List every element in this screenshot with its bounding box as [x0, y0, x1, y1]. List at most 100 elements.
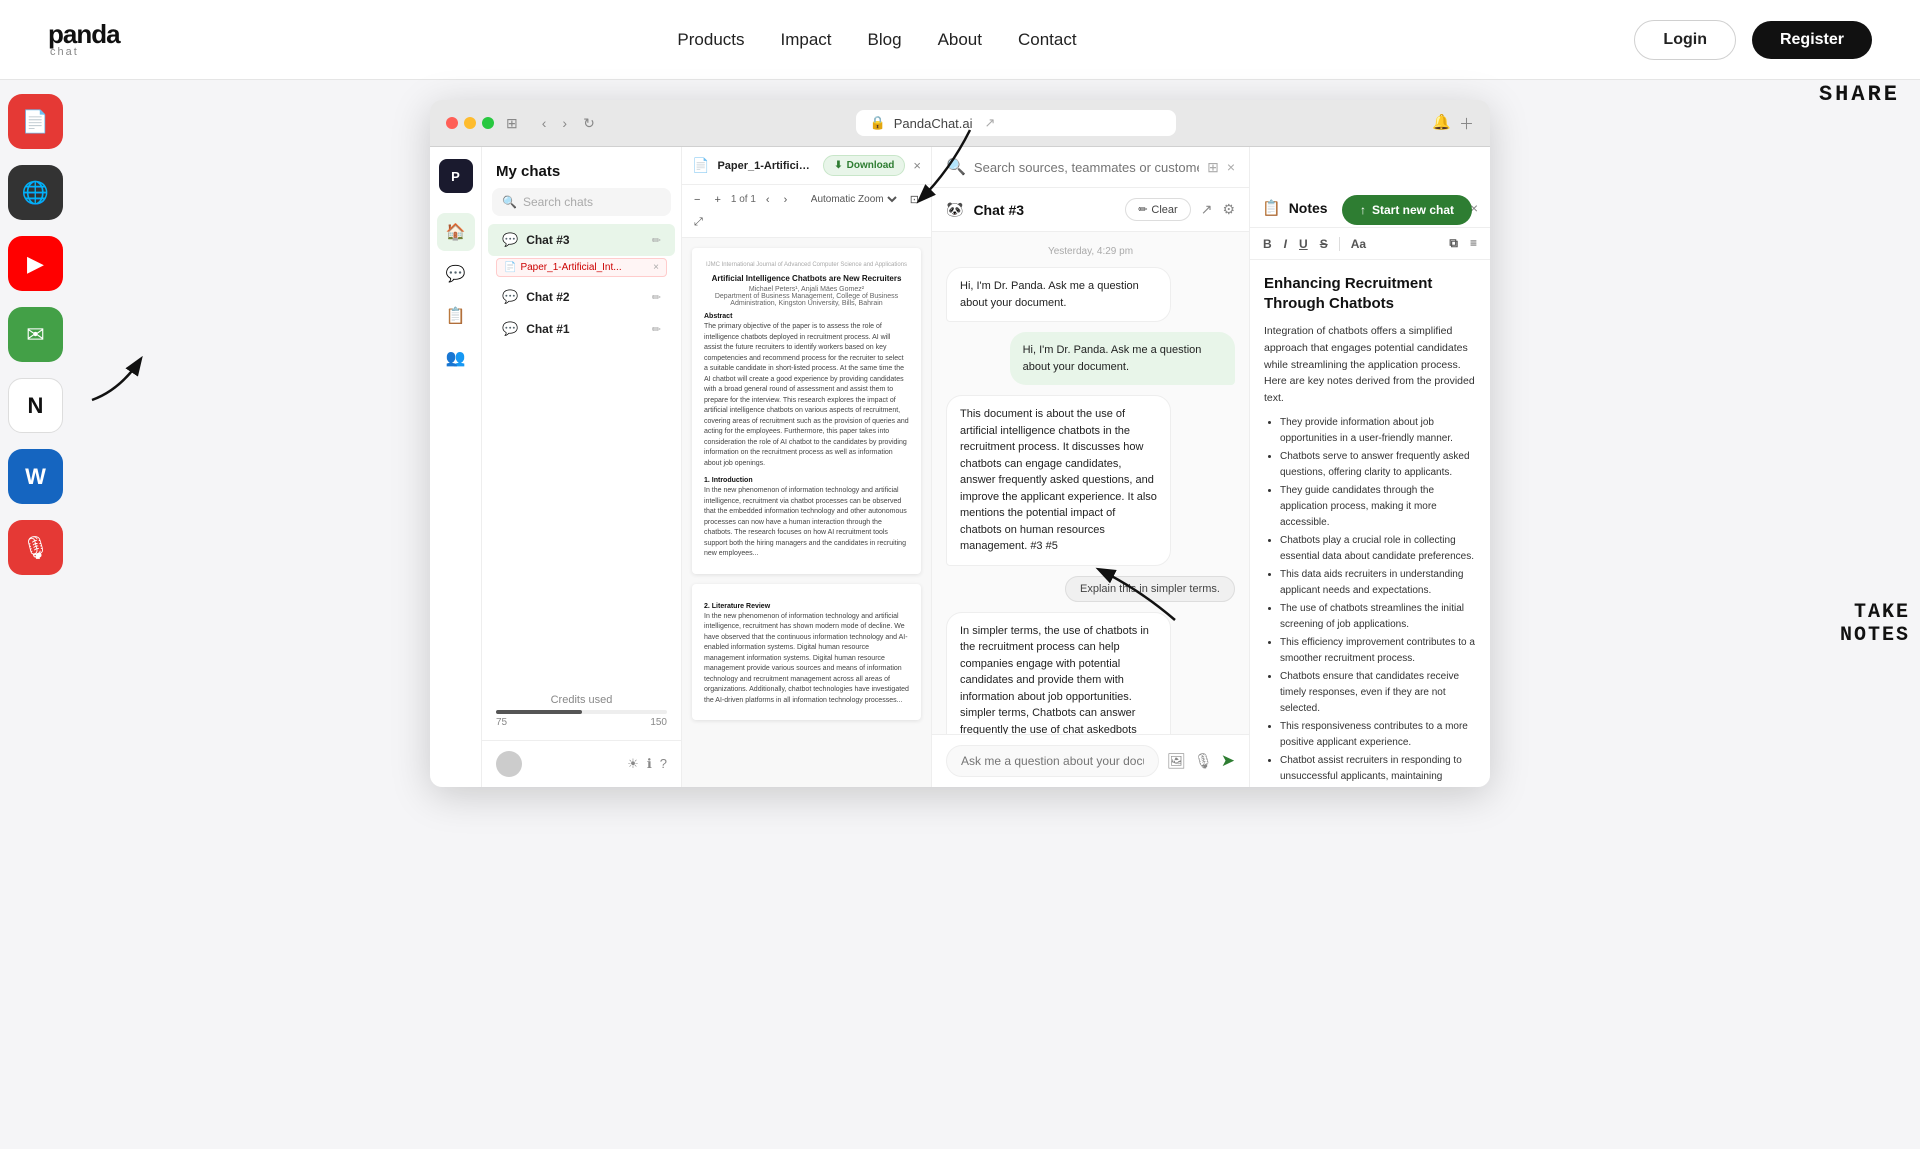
- fit-width-button[interactable]: ⊡: [906, 191, 923, 208]
- login-button[interactable]: Login: [1634, 20, 1736, 60]
- pdf-chip-close[interactable]: ×: [653, 262, 659, 273]
- eraser-icon: ✏: [1138, 203, 1147, 216]
- app-logo-icon[interactable]: P: [439, 159, 473, 193]
- chat-edit-1[interactable]: ✏: [652, 323, 661, 336]
- prev-page-button[interactable]: ‹: [762, 192, 774, 208]
- copy-button[interactable]: ⧉: [1446, 234, 1461, 253]
- chat-edit-2[interactable]: ✏: [652, 291, 661, 304]
- logo-text: panda: [48, 21, 120, 47]
- start-new-chat-label: Start new chat: [1372, 203, 1454, 217]
- close-dot[interactable]: [446, 117, 458, 129]
- zoom-select[interactable]: Automatic Zoom: [807, 193, 900, 206]
- pdf-toolbar: − + 1 of 1 ‹ › Automatic Zoom ⊡ ⤢: [682, 185, 931, 238]
- download-button[interactable]: ⬇ Download: [823, 155, 905, 176]
- notes-panel: ↑ Start new chat 📋 Notes ＋ New Note × B: [1250, 147, 1490, 787]
- sidebar-history-icon[interactable]: 📋: [437, 297, 475, 335]
- source-search-input[interactable]: [974, 160, 1199, 175]
- zoom-in-button[interactable]: +: [710, 192, 724, 208]
- footer-icons: ☀ ℹ ?: [627, 756, 667, 772]
- pdf-content: IJMC International Journal of Advanced C…: [682, 238, 931, 787]
- avatar[interactable]: [496, 751, 522, 777]
- plus-button[interactable]: ＋: [1459, 113, 1474, 134]
- clear-button[interactable]: ✏ Clear: [1125, 198, 1191, 221]
- search-placeholder: Search chats: [523, 195, 593, 209]
- register-button[interactable]: Register: [1752, 21, 1872, 59]
- nav-products[interactable]: Products: [677, 30, 744, 50]
- font-size-button[interactable]: Aa: [1348, 235, 1369, 253]
- youtube-app-icon[interactable]: ▶: [8, 236, 63, 291]
- explain-simpler-button[interactable]: Explain this in simpler terms.: [1065, 576, 1235, 602]
- back-button[interactable]: ‹: [538, 113, 551, 134]
- word-app-icon[interactable]: W: [8, 449, 63, 504]
- sidebar-home-icon[interactable]: 🏠: [437, 213, 475, 251]
- address-bar[interactable]: 🔒 PandaChat.ai ↗: [856, 110, 1176, 136]
- sun-icon[interactable]: ☀: [627, 756, 639, 772]
- next-page-button[interactable]: ›: [780, 192, 792, 208]
- nav-blog[interactable]: Blog: [868, 30, 902, 50]
- strikethrough-button[interactable]: S: [1317, 235, 1331, 253]
- help-icon[interactable]: ?: [660, 756, 667, 772]
- list-item: They guide candidates through the applic…: [1280, 483, 1476, 531]
- info-icon[interactable]: ℹ: [647, 756, 652, 772]
- clear-search-icon[interactable]: ×: [1227, 159, 1235, 175]
- mail-app-icon[interactable]: ✉: [8, 307, 63, 362]
- chat-search-input[interactable]: 🔍 Search chats: [492, 188, 671, 216]
- pdf-title: Paper_1-Artificial_In...: [717, 160, 815, 172]
- navbar: panda chat Products Impact Blog About Co…: [0, 0, 1920, 80]
- pdf-main-heading: Artificial Intelligence Chatbots are New…: [704, 274, 909, 283]
- chat-item-2[interactable]: 💬 Chat #2 ✏: [488, 281, 675, 313]
- pdf-page-2: 2. Literature Review In the new phenomen…: [692, 584, 921, 721]
- notion-app-icon[interactable]: N: [8, 378, 63, 433]
- chat-item-1[interactable]: 💬 Chat #1 ✏: [488, 313, 675, 345]
- list-item: They provide information about job oppor…: [1280, 415, 1476, 447]
- list-item: Chatbots play a crucial role in collecti…: [1280, 533, 1476, 565]
- nav-links: Products Impact Blog About Contact: [677, 30, 1076, 50]
- pdf-close-button[interactable]: ×: [913, 158, 921, 173]
- pdf-app-icon[interactable]: 📄: [8, 94, 63, 149]
- chat-messages: Yesterday, 4:29 pm Hi, I'm Dr. Panda. As…: [932, 232, 1249, 734]
- list-item: This responsiveness contributes to a mor…: [1280, 719, 1476, 751]
- pdf-file-icon: 📄: [692, 157, 709, 174]
- menu-button[interactable]: ≡: [1467, 234, 1480, 253]
- browser-actions: 🔔 ＋: [1432, 113, 1474, 134]
- download-label: Download: [847, 160, 895, 171]
- forward-button[interactable]: ›: [558, 113, 571, 134]
- italic-button[interactable]: I: [1281, 235, 1290, 253]
- fullscreen-button[interactable]: ⤢: [690, 214, 707, 231]
- bold-button[interactable]: B: [1260, 235, 1275, 253]
- zoom-out-button[interactable]: −: [690, 192, 704, 208]
- share-button[interactable]: ↗: [1201, 201, 1213, 218]
- notes-icon: 📋: [1262, 199, 1281, 217]
- sidebar-users-icon[interactable]: 👥: [437, 339, 475, 377]
- grid-button[interactable]: ⊞: [506, 115, 518, 132]
- filter-icon[interactable]: ⊞: [1207, 159, 1219, 176]
- chat-edit-3[interactable]: ✏: [652, 234, 661, 247]
- notes-intro: Integration of chatbots offers a simplif…: [1264, 323, 1476, 407]
- chat-input[interactable]: [946, 745, 1159, 777]
- settings-button[interactable]: ⚙: [1222, 201, 1235, 218]
- mic-app-icon[interactable]: 🎙: [8, 520, 63, 575]
- sidebar-chat-icon[interactable]: 💬: [437, 255, 475, 293]
- send-button[interactable]: ➤: [1221, 751, 1235, 771]
- list-item: Chatbots serve to answer frequently aske…: [1280, 449, 1476, 481]
- nav-impact[interactable]: Impact: [781, 30, 832, 50]
- underline-button[interactable]: U: [1296, 235, 1311, 253]
- clear-label: Clear: [1151, 204, 1177, 216]
- chat-header-icon: 🐼: [946, 201, 963, 218]
- chat-input-area: 🖼 🎙 ➤: [932, 734, 1249, 787]
- search-icon: 🔍: [502, 195, 517, 209]
- bell-icon[interactable]: 🔔: [1432, 113, 1451, 134]
- credits-current: 75: [496, 717, 507, 728]
- minimize-dot[interactable]: [464, 117, 476, 129]
- browser-app-icon[interactable]: 🌐: [8, 165, 63, 220]
- image-icon[interactable]: 🖼: [1167, 752, 1186, 770]
- nav-actions: Login Register: [1634, 20, 1872, 60]
- maximize-dot[interactable]: [482, 117, 494, 129]
- nav-contact[interactable]: Contact: [1018, 30, 1077, 50]
- chat-item-3[interactable]: 💬 Chat #3 ✏: [488, 224, 675, 256]
- mic-icon[interactable]: 🎙: [1194, 752, 1213, 770]
- start-new-chat-button[interactable]: ↑ Start new chat: [1342, 195, 1472, 225]
- refresh-button[interactable]: ↻: [579, 113, 599, 134]
- nav-about[interactable]: About: [938, 30, 982, 50]
- pdf-chip-label: Paper_1-Artificial_Int...: [520, 262, 621, 273]
